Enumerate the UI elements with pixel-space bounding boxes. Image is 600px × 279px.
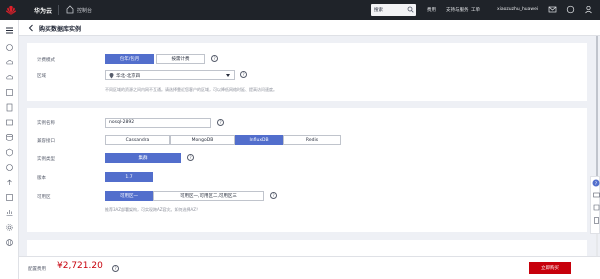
billing-label: 计费模式: [37, 58, 55, 63]
page-header: 购买数据库实例: [19, 20, 600, 36]
compat-option-mongodb[interactable]: MongoDB: [170, 135, 235, 145]
search-placeholder: 搜索: [374, 8, 383, 13]
divider: [58, 5, 59, 15]
customer-service-icon[interactable]: ?: [592, 179, 600, 187]
buy-now-button[interactable]: 立即购买: [529, 262, 571, 274]
region-select[interactable]: 华北-北京四: [105, 70, 235, 80]
container-icon[interactable]: [5, 88, 14, 97]
billing-help-icon[interactable]: ?: [211, 55, 218, 62]
security-icon[interactable]: [5, 148, 14, 157]
instance-config-card: 实例名称 nosql-2892 ? 兼容接口 Cassandra MongoDB…: [27, 108, 587, 232]
compat-option-cassandra[interactable]: Cassandra: [105, 135, 170, 145]
chevron-down-icon: [226, 74, 230, 77]
home-icon[interactable]: [5, 43, 14, 52]
nav-workorder[interactable]: 工单: [471, 7, 480, 13]
cloud-server-icon[interactable]: [5, 73, 14, 82]
price-help-icon[interactable]: ?: [112, 265, 119, 272]
user-icon[interactable]: [584, 5, 593, 14]
az-option-one[interactable]: 可用区一: [105, 191, 153, 201]
feedback-icon[interactable]: [593, 204, 600, 211]
huawei-logo-icon[interactable]: [4, 3, 18, 17]
compat-option-redis[interactable]: Redis: [283, 135, 341, 145]
storage-icon[interactable]: [5, 103, 14, 112]
az-hint: 推荐3AZ部署架构，可实现跨AZ容灾。如何选择AZ？: [105, 207, 200, 212]
settings-icon[interactable]: [5, 223, 14, 232]
left-sidebar: [0, 20, 19, 279]
back-arrow-icon[interactable]: [28, 24, 34, 32]
version-label: 版本: [37, 176, 46, 181]
region-help-icon[interactable]: ?: [240, 71, 247, 78]
help-icon[interactable]: [566, 5, 575, 14]
cloud-icon[interactable]: [5, 58, 14, 67]
price-value: ¥2,721.20: [57, 261, 103, 271]
instance-type-help-icon[interactable]: ?: [187, 154, 194, 161]
brand-name[interactable]: 华为云: [34, 6, 52, 15]
user-name[interactable]: xiaozuzhu_huawei: [497, 7, 538, 12]
search-input[interactable]: 搜索: [371, 4, 416, 16]
top-navigation-bar: 华为云 控制台 搜索 费用 支持与服务 工单 xiaozuzhu_huawei: [0, 0, 600, 20]
compat-option-influxdb[interactable]: InfluxDB: [235, 135, 283, 145]
database-icon[interactable]: [5, 133, 14, 142]
upload-icon[interactable]: [5, 178, 14, 187]
az-label: 可用区: [37, 195, 51, 200]
document-icon[interactable]: [593, 217, 600, 224]
region-value: 华北-北京四: [116, 74, 141, 79]
chat-icon[interactable]: [592, 192, 600, 199]
billing-option-pay-per-use[interactable]: 按需计费: [156, 54, 205, 64]
search-icon[interactable]: [407, 6, 414, 13]
region-label: 区域: [37, 74, 46, 79]
az-option-three[interactable]: 可用区一,可用区二,可用区三: [153, 191, 264, 201]
instance-type-cluster[interactable]: 集群: [105, 153, 181, 163]
nav-support[interactable]: 支持与服务: [446, 7, 469, 13]
nav-fees[interactable]: 费用: [427, 7, 436, 13]
globe-icon[interactable]: [5, 238, 14, 247]
location-pin-icon: [109, 73, 114, 79]
console-link[interactable]: 控制台: [77, 7, 92, 14]
billing-option-yearly-monthly[interactable]: 包年/包月: [105, 54, 154, 64]
next-section-card: [27, 240, 587, 256]
compat-label: 兼容接口: [37, 139, 55, 144]
network-icon[interactable]: [5, 118, 14, 127]
instance-name-help-icon[interactable]: ?: [217, 119, 224, 126]
version-option[interactable]: 1.7: [105, 172, 153, 182]
instance-type-label: 实例类型: [37, 157, 55, 162]
menu-icon[interactable]: [5, 26, 14, 35]
message-icon[interactable]: [548, 5, 557, 14]
analytics-icon[interactable]: [5, 208, 14, 217]
home-icon[interactable]: [66, 5, 74, 14]
right-float-toolbar: ?: [590, 176, 600, 234]
region-hint: 不同区域的资源之间内网不互通。请选择靠近您客户的区域，可以降低网络时延、提高访问…: [105, 87, 277, 92]
management-icon[interactable]: [5, 193, 14, 202]
az-help-icon[interactable]: ?: [270, 192, 277, 199]
page-title: 购买数据库实例: [39, 26, 82, 33]
billing-region-card: 计费模式 包年/包月 按需计费 ? 区域 华北-北京四 ? 不同区域的资源之间内…: [27, 43, 587, 101]
instance-name-input[interactable]: nosql-2892: [105, 118, 211, 128]
monitor-icon[interactable]: [5, 163, 14, 172]
price-label: 配置费用: [28, 267, 46, 272]
footer-bar: 配置费用 ¥2,721.20 ? 立即购买: [19, 256, 600, 279]
instance-name-label: 实例名称: [37, 121, 55, 126]
